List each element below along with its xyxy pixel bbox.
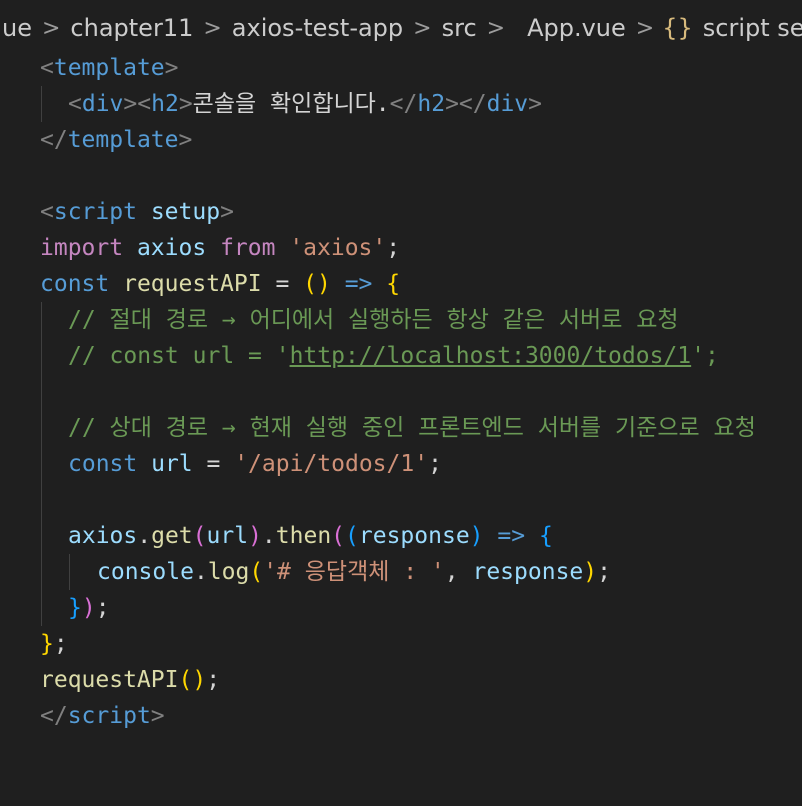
tag-name: template	[67, 127, 179, 153]
chevron-right-icon: >	[203, 15, 222, 41]
code-line: <div><h2>콘솔을 확인합니다.</h2></div>	[0, 86, 802, 122]
breadcrumb-item-chapter11[interactable]: chapter11	[68, 14, 195, 42]
indent-guide	[41, 338, 42, 374]
string-literal: '# 응답객체 : '	[263, 559, 445, 585]
comment: // 상대 경로 → 현재 실행 중인 프론트엔드 서버를 기준으로 요청	[68, 415, 756, 441]
keyword: from	[220, 235, 276, 261]
code-line: </script>	[40, 703, 165, 729]
tag-name: script	[67, 703, 151, 729]
code-line: };	[40, 631, 68, 657]
string-literal: 'axios'	[289, 235, 387, 261]
identifier: axios	[68, 523, 138, 549]
code-line: });	[0, 590, 802, 626]
code-line: <script setup>	[40, 199, 234, 225]
attr-name: setup	[150, 199, 221, 225]
code-line: const url = '/api/todos/1';	[0, 446, 802, 482]
indent-guide	[41, 518, 42, 554]
comment: ';	[691, 343, 719, 369]
code-line: <template>	[40, 55, 179, 81]
identifier: url	[206, 523, 249, 549]
function-name: requestAPI	[40, 667, 179, 693]
chevron-right-icon: >	[413, 15, 432, 41]
code-line-blank	[0, 374, 802, 410]
identifier: console	[97, 559, 194, 585]
code-editor[interactable]: <template> <div><h2>콘솔을 확인합니다.</h2></div…	[0, 50, 802, 734]
code-line: // 절대 경로 → 어디에서 실행하든 항상 같은 서버로 요청	[0, 302, 802, 338]
breadcrumb-item-app-vue[interactable]: App.vue	[525, 14, 628, 42]
indent-guide	[41, 446, 42, 482]
identifier: response	[358, 523, 470, 549]
keyword: const	[40, 271, 110, 297]
braces-icon: {}	[662, 14, 693, 42]
breadcrumb-item-script[interactable]: script se	[701, 14, 802, 42]
tag-name: h2	[151, 91, 179, 117]
identifier: response	[472, 559, 584, 585]
tag-name: template	[53, 55, 165, 81]
string-literal: '/api/todos/1'	[234, 451, 429, 477]
indent-guide	[41, 410, 42, 446]
chevron-right-icon: >	[486, 15, 506, 41]
tag-name: div	[81, 91, 124, 117]
indent-guide	[41, 554, 42, 590]
code-line: console.log('# 응답객체 : ', response);	[0, 554, 802, 590]
comment: // const url = '	[68, 343, 290, 369]
comment-link[interactable]: http://localhost:3000/todos/1	[290, 343, 692, 369]
code-line: // 상대 경로 → 현재 실행 중인 프론트엔드 서버를 기준으로 요청	[0, 410, 802, 446]
tag-name: script	[53, 199, 137, 225]
code-line: const requestAPI = () => {	[40, 271, 401, 297]
breadcrumb-item-axios-test-app[interactable]: axios-test-app	[230, 14, 405, 42]
chevron-right-icon: >	[635, 15, 655, 41]
breadcrumb-item-vue[interactable]: ue	[0, 14, 34, 42]
breadcrumb: ue > chapter11 > axios-test-app > src > …	[0, 0, 802, 56]
indent-guide	[69, 554, 70, 590]
tag-name: h2	[417, 91, 446, 117]
identifier: axios	[136, 235, 207, 261]
identifier: url	[151, 451, 193, 477]
heading-text: 콘솔을 확인합니다.	[192, 91, 390, 117]
comment: // 절대 경로 → 어디에서 실행하든 항상 같은 서버로 요청	[68, 307, 679, 333]
indent-guide	[41, 590, 42, 626]
code-line: requestAPI();	[40, 667, 221, 693]
code-line: </template>	[40, 127, 193, 153]
chevron-right-icon: >	[41, 15, 61, 41]
function-name: log	[207, 559, 250, 585]
code-line: // const url = 'http://localhost:3000/to…	[0, 338, 802, 374]
keyword: import	[40, 235, 124, 261]
indent-guide	[41, 374, 42, 410]
indent-guide	[41, 86, 42, 122]
code-line: axios.get(url).then((response) => {	[0, 518, 802, 554]
function-name: get	[151, 523, 193, 549]
function-name: then	[275, 523, 332, 549]
code-line: import axios from 'axios';	[40, 235, 401, 261]
code-line-blank	[0, 482, 802, 518]
function-name: requestAPI	[123, 271, 262, 297]
keyword: const	[68, 451, 138, 477]
indent-guide	[41, 482, 42, 518]
tag-name: div	[486, 91, 529, 117]
indent-guide	[41, 302, 42, 338]
breadcrumb-item-src[interactable]: src	[440, 14, 479, 42]
